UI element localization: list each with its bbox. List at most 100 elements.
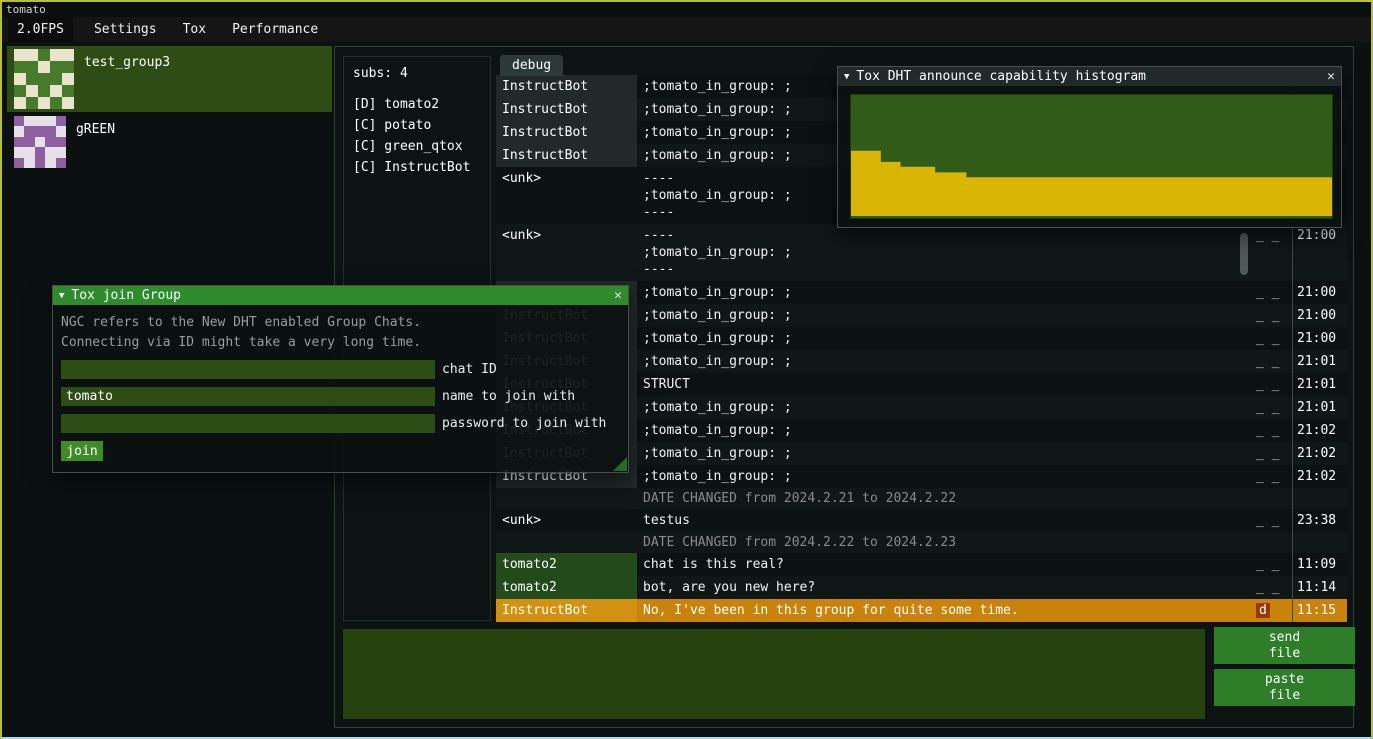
- message-timestamp: 21:00: [1292, 281, 1347, 304]
- close-icon[interactable]: ✕: [614, 288, 622, 303]
- message-timestamp: 11:15: [1292, 599, 1347, 622]
- menu-item-settings[interactable]: Settings: [81, 17, 170, 42]
- message-timestamp: 21:01: [1292, 350, 1347, 373]
- close-icon[interactable]: ✕: [1327, 69, 1335, 84]
- group-avatar: [14, 49, 74, 109]
- send-file-button[interactable]: send file: [1214, 627, 1355, 664]
- scrollbar-thumb[interactable]: [1240, 233, 1248, 275]
- message-author: tomato2: [496, 576, 637, 599]
- message-text: bot, are you new here?: [637, 576, 1252, 599]
- message-timestamp: [1292, 488, 1347, 509]
- fps-counter: 2.0FPS: [8, 17, 73, 42]
- message-timestamp: 21:01: [1292, 373, 1347, 396]
- paste-file-button[interactable]: paste file: [1214, 669, 1355, 706]
- message-author: <unk>: [496, 224, 637, 281]
- message-text: ;tomato_in_group: ;: [637, 442, 1252, 465]
- join-desc-line2: Connecting via ID might take a very long…: [61, 333, 620, 353]
- message-text: DATE CHANGED from 2024.2.21 to 2024.2.22: [637, 488, 1252, 509]
- menu-item-tox[interactable]: Tox: [170, 17, 219, 42]
- window-titlebar[interactable]: tomato: [2, 2, 1371, 17]
- message-text: DATE CHANGED from 2024.2.22 to 2024.2.23: [637, 532, 1252, 553]
- message-text: ;tomato_in_group: ;: [637, 304, 1252, 327]
- message-status: _ _: [1252, 281, 1292, 304]
- collapse-arrow-icon[interactable]: ▼: [59, 291, 64, 301]
- message-author: InstructBot: [496, 599, 637, 622]
- message-row[interactable]: <unk>testus_ _23:38: [496, 509, 1347, 532]
- join-button[interactable]: join: [61, 441, 103, 461]
- message-timestamp: 21:00: [1292, 304, 1347, 327]
- message-input[interactable]: [343, 629, 1205, 719]
- message-timestamp: 23:38: [1292, 509, 1347, 532]
- message-status: _ _: [1252, 224, 1292, 281]
- join-group-body: NGC refers to the New DHT enabled Group …: [53, 305, 628, 472]
- message-status: [1252, 532, 1292, 553]
- menu-item-performance[interactable]: Performance: [219, 17, 331, 42]
- message-timestamp: 11:09: [1292, 553, 1347, 576]
- message-status: _ _: [1252, 442, 1292, 465]
- join-field-row: name to join with: [61, 387, 620, 406]
- message-status: _ _: [1252, 419, 1292, 442]
- dht-histogram-titlebar[interactable]: ▼ Tox DHT announce capability histogram …: [838, 67, 1341, 86]
- message-timestamp: 21:02: [1292, 465, 1347, 488]
- subs-item[interactable]: [C] potato: [344, 115, 490, 136]
- message-status: _ _: [1252, 373, 1292, 396]
- group-name: test_group3: [84, 55, 170, 70]
- message-status: [1252, 488, 1292, 509]
- message-status: _ _: [1252, 576, 1292, 599]
- message-timestamp: 11:14: [1292, 576, 1347, 599]
- message-author: [496, 488, 637, 509]
- dht-histogram-body: [838, 86, 1341, 227]
- subs-item[interactable]: [C] InstructBot: [344, 157, 490, 178]
- message-text: ;tomato_in_group: ;: [637, 419, 1252, 442]
- message-author: tomato2: [496, 553, 637, 576]
- message-timestamp: 21:02: [1292, 419, 1347, 442]
- group-item-gREEN[interactable]: gREEN: [7, 113, 332, 179]
- join-field-row: chat ID: [61, 360, 620, 379]
- dht-histogram-area: [851, 95, 1332, 218]
- subs-item[interactable]: [C] green_qtox: [344, 136, 490, 157]
- message-text: No, I've been in this group for quite so…: [637, 599, 1252, 622]
- join-group-window: ▼ Tox join Group ✕ NGC refers to the New…: [52, 285, 629, 473]
- message-text: ;tomato_in_group: ;: [637, 327, 1252, 350]
- group-name: gREEN: [76, 122, 115, 137]
- status-badge: d: [1256, 603, 1270, 618]
- password-input[interactable]: [61, 414, 435, 433]
- message-text: chat is this real?: [637, 553, 1252, 576]
- message-status: _ _: [1252, 327, 1292, 350]
- message-row[interactable]: InstructBotNo, I've been in this group f…: [496, 599, 1347, 622]
- menu-bar: 2.0FPS SettingsToxPerformance: [2, 17, 1371, 42]
- subs-list: [D] tomato2[C] potato[C] green_qtox[C] I…: [344, 94, 490, 178]
- message-row[interactable]: tomato2chat is this real?_ _11:09: [496, 553, 1347, 576]
- message-timestamp: 21:00: [1292, 327, 1347, 350]
- dht-histogram-window: ▼ Tox DHT announce capability histogram …: [837, 66, 1342, 228]
- message-author: <unk>: [496, 167, 637, 224]
- message-text: ;tomato_in_group: ;: [637, 465, 1252, 488]
- message-status: d: [1252, 599, 1292, 622]
- message-author: InstructBot: [496, 144, 637, 167]
- message-row[interactable]: tomato2bot, are you new here?_ _11:14: [496, 576, 1347, 599]
- join-field-label: password to join with: [442, 416, 606, 431]
- dht-histogram-title: Tox DHT announce capability histogram: [856, 69, 1146, 84]
- tab-debug[interactable]: debug: [500, 55, 563, 76]
- message-timestamp: [1292, 532, 1347, 553]
- message-text: ;tomato_in_group: ;: [637, 281, 1252, 304]
- subs-item[interactable]: [D] tomato2: [344, 94, 490, 115]
- date-changed-row[interactable]: DATE CHANGED from 2024.2.21 to 2024.2.22: [496, 488, 1347, 509]
- subs-count: subs: 4: [344, 57, 490, 94]
- message-status: _ _: [1252, 304, 1292, 327]
- join-field-row: password to join with: [61, 414, 620, 433]
- message-status: _ _: [1252, 350, 1292, 373]
- chat-id-input[interactable]: [61, 360, 435, 379]
- date-changed-row[interactable]: DATE CHANGED from 2024.2.22 to 2024.2.23: [496, 532, 1347, 553]
- message-status: _ _: [1252, 465, 1292, 488]
- collapse-arrow-icon[interactable]: ▼: [844, 72, 849, 82]
- message-row[interactable]: <unk>---- ;tomato_in_group: ; ----_ _21:…: [496, 224, 1347, 281]
- join-group-titlebar[interactable]: ▼ Tox join Group ✕: [53, 286, 628, 305]
- message-author: InstructBot: [496, 75, 637, 98]
- message-author: <unk>: [496, 509, 637, 532]
- resize-grip-icon[interactable]: [613, 457, 627, 471]
- name-input[interactable]: [61, 387, 435, 406]
- message-timestamp: 21:01: [1292, 396, 1347, 419]
- group-item-test_group3[interactable]: test_group3: [7, 46, 332, 112]
- message-status: _ _: [1252, 509, 1292, 532]
